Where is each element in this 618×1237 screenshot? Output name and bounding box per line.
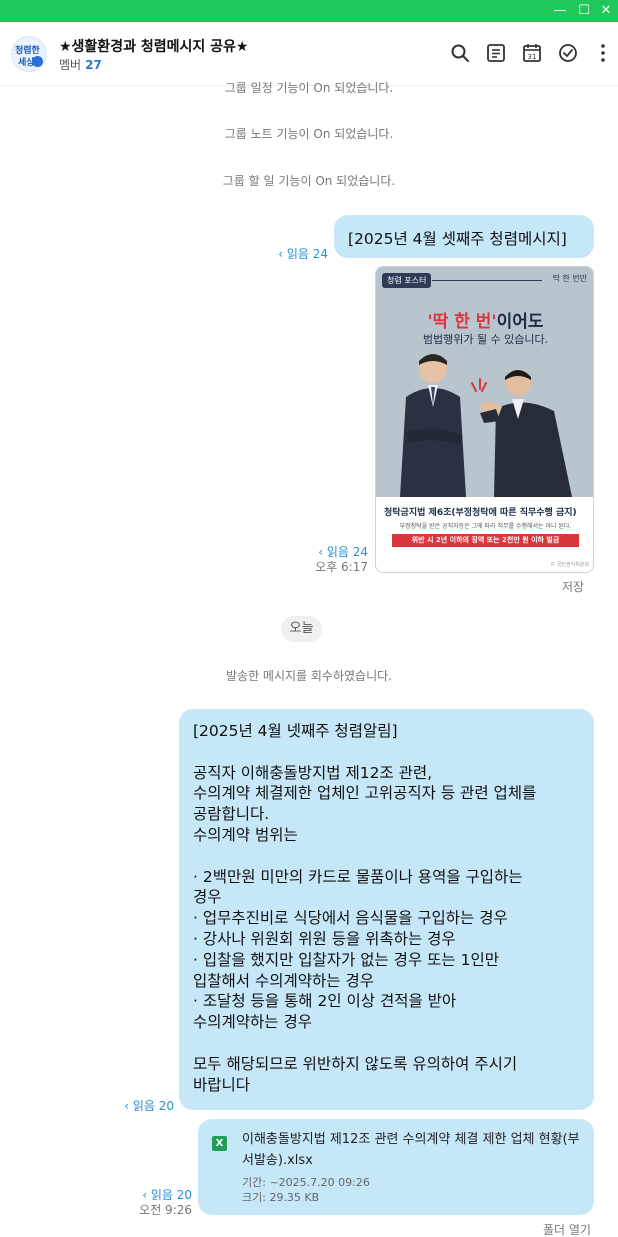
chat-title[interactable]: ★생활환경과 청렴메시지 공유★ xyxy=(59,36,248,56)
message-time: 오후 6:17 xyxy=(315,560,368,574)
system-notice: 그룹 할 일 기능이 On 되었습니다. xyxy=(222,174,396,188)
close-button[interactable]: ✕ xyxy=(598,3,614,19)
message-bubble[interactable]: [2025년 4월 넷째주 청렴알림] 공직자 이해충돌방지법 제12조 관련,… xyxy=(179,709,594,1110)
poster-info-panel: 청탁금지법 제6조(부정청탁에 따른 직무수행 금지) 부정청탁을 받은 공직자… xyxy=(376,497,593,572)
calendar-icon[interactable]: 31 xyxy=(521,42,543,64)
notes-icon[interactable] xyxy=(485,42,507,64)
file-period: 기간: ~2025.7.20 09:26 xyxy=(242,1176,370,1189)
window-titlebar: — ☐ ✕ xyxy=(0,0,618,22)
poster-headline-rest: 이어도 xyxy=(496,312,544,332)
system-notice: 그룹 노트 기능이 On 되었습니다. xyxy=(224,127,394,141)
poster-image[interactable]: 청렴 포스터 딱 한 번만 '딱 한 번'이어도 범법행위가 될 수 있습니다.… xyxy=(375,266,594,573)
read-count[interactable]: ‹ 읽음 20 xyxy=(100,1097,174,1114)
excel-file-icon: X xyxy=(212,1136,227,1151)
save-link[interactable]: 저장 xyxy=(562,578,584,595)
message-text: [2025년 4월 넷째주 청렴알림] 공직자 이해충돌방지법 제12조 관련,… xyxy=(193,722,537,1094)
poster-badge: 청렴 포스터 xyxy=(382,273,432,288)
member-count: 27 xyxy=(85,58,102,72)
poster-people-illustration xyxy=(400,354,572,497)
poster-law-desc: 부정청탁을 받은 공직자등은 그에 따라 직무를 수행해서는 아니 된다. xyxy=(399,523,572,530)
calendar-day: 31 xyxy=(528,53,537,61)
system-notice: 그룹 일정 기능이 On 되었습니다. xyxy=(224,81,394,95)
file-attachment[interactable]: X 이해충돌방지법 제12조 관련 수의계약 체결 제한 업체 현황(부서발송)… xyxy=(198,1119,594,1215)
read-count[interactable]: ‹ 읽음 24 xyxy=(240,245,328,262)
more-icon[interactable] xyxy=(592,42,614,64)
search-icon[interactable] xyxy=(449,42,471,64)
group-avatar[interactable]: 청렴한 세상 xyxy=(11,36,47,72)
file-size: 크기: 29.35 KB xyxy=(242,1191,320,1204)
avatar-badge xyxy=(32,56,43,67)
chat-header: 청렴한 세상 ★생활환경과 청렴메시지 공유★ 멤버 27 31 xyxy=(0,22,618,86)
message-bubble[interactable]: [2025년 4월 셋째주 청렴메시지] xyxy=(334,215,594,258)
poster-divider xyxy=(432,280,542,281)
poster-headline: '딱 한 번'이어도 xyxy=(376,307,593,332)
poster-headline-red: '딱 한 번' xyxy=(427,312,497,332)
poster-subline: 범법행위가 될 수 있습니다. xyxy=(422,333,549,346)
poster-footer: © 국민권익위원회 xyxy=(550,562,589,568)
system-notice: 발송한 메시지를 회수하였습니다. xyxy=(225,669,392,683)
minimize-button[interactable]: — xyxy=(552,3,568,19)
maximize-button[interactable]: ☐ xyxy=(576,3,592,19)
open-folder-link[interactable]: 폴더 열기 xyxy=(543,1221,591,1237)
todo-check-icon[interactable] xyxy=(557,42,579,64)
file-name[interactable]: 이해충돌방지법 제12조 관련 수의계약 체결 제한 업체 현황(부서발송).x… xyxy=(242,1129,584,1171)
member-info[interactable]: 멤버 27 xyxy=(59,56,102,73)
poster-top-right: 딱 한 번만 xyxy=(552,274,587,283)
member-label: 멤버 xyxy=(59,58,82,72)
poster-law-title: 청탁금지법 제6조(부정청탁에 따른 직무수행 금지) xyxy=(384,508,577,518)
message-time: 오전 9:26 xyxy=(139,1203,192,1217)
message-text: [2025년 4월 셋째주 청렴메시지] xyxy=(348,230,567,248)
date-divider: 오늘 xyxy=(281,616,322,642)
poster-penalty: 위반 시 2년 이하의 징역 또는 2천만 원 이하 벌금 xyxy=(392,534,579,547)
